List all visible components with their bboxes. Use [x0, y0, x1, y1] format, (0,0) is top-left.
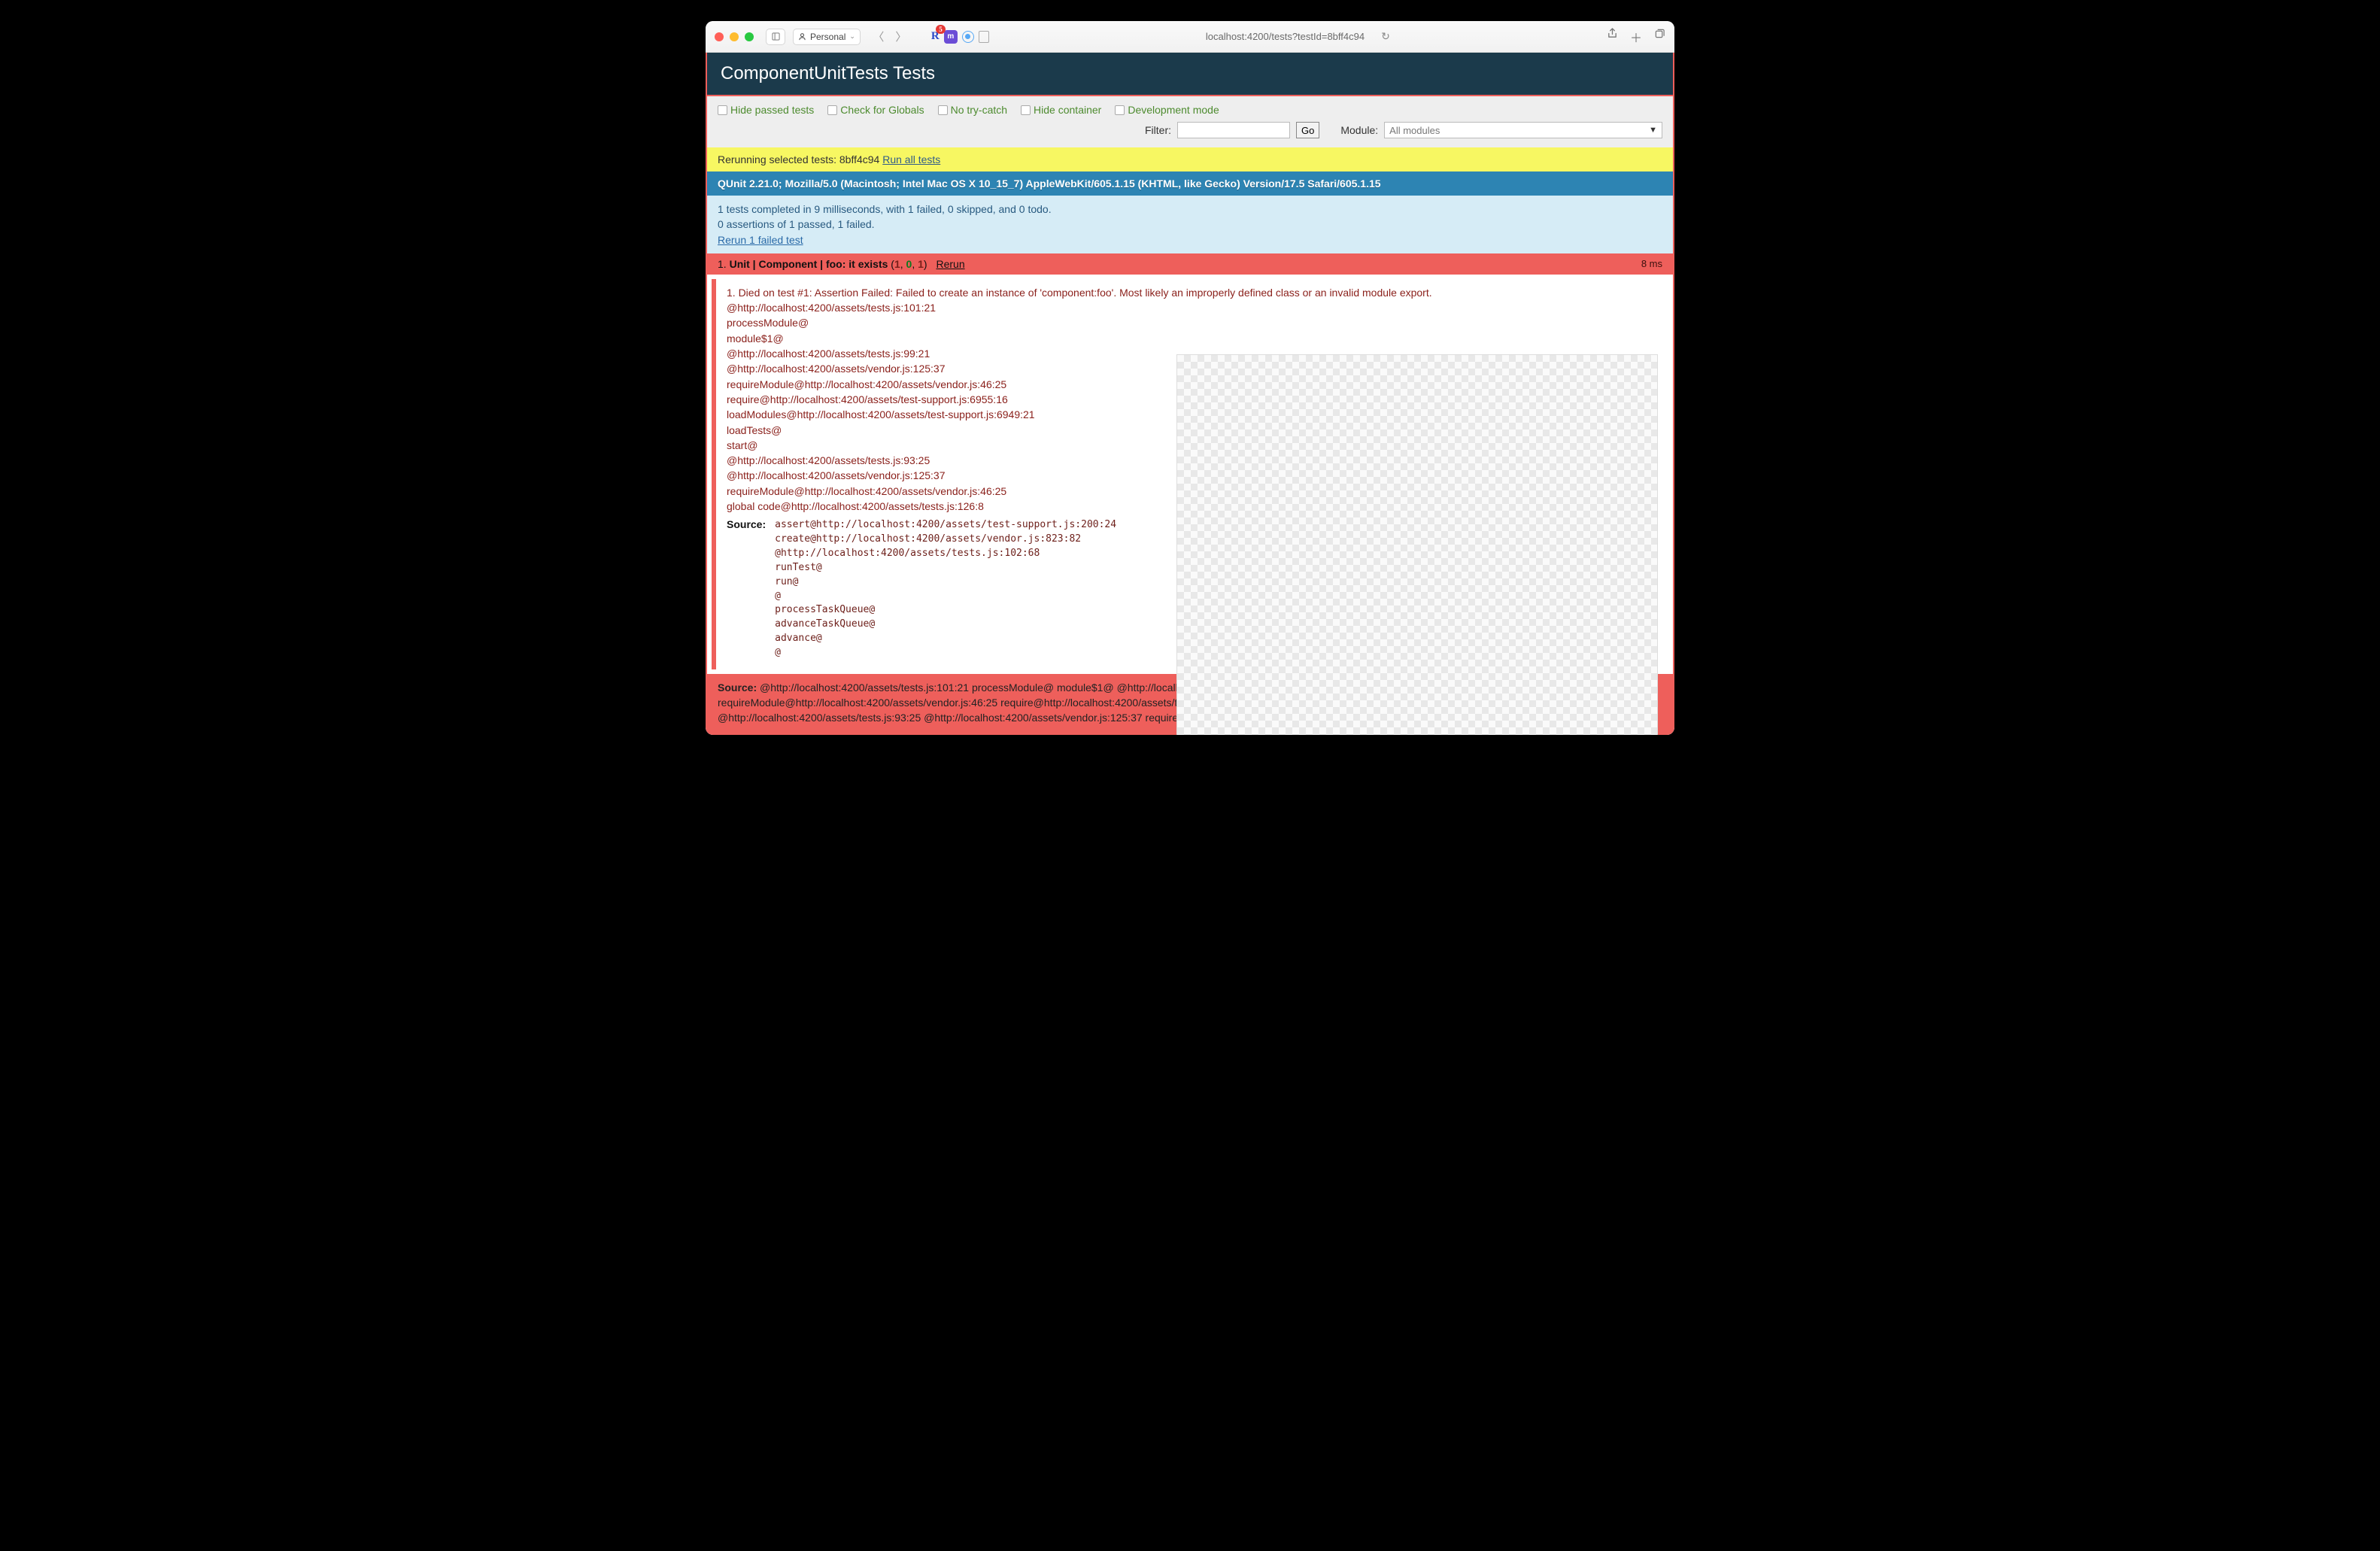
hide-passed-label: Hide passed tests — [730, 104, 814, 116]
nav-arrows: 〈 〉 — [870, 29, 910, 45]
check-globals-checkbox[interactable] — [827, 105, 837, 115]
dev-mode-option[interactable]: Development mode — [1115, 104, 1219, 116]
browser-chrome: Personal ⌄ 〈 〉 R5 m localhost:4200/tests… — [706, 21, 1674, 53]
module-select-value: All modules — [1389, 125, 1440, 136]
browser-window: Personal ⌄ 〈 〉 R5 m localhost:4200/tests… — [706, 21, 1674, 735]
extension-badge: 5 — [936, 25, 946, 34]
test-rerun-link[interactable]: Rerun — [936, 258, 964, 270]
user-agent-bar: QUnit 2.21.0; Mozilla/5.0 (Macintosh; In… — [707, 171, 1673, 196]
extension-r-icon[interactable]: R5 — [931, 30, 940, 43]
filter-label: Filter: — [1145, 124, 1171, 136]
footer-source-label: Source: — [718, 681, 757, 694]
source-code: assert@http://localhost:4200/assets/test… — [775, 518, 1116, 660]
hide-passed-option[interactable]: Hide passed tests — [718, 104, 814, 116]
minimize-window-button[interactable] — [730, 32, 739, 41]
profile-label: Personal — [810, 32, 845, 42]
hide-passed-checkbox[interactable] — [718, 105, 727, 115]
test-title: 1. Unit | Component | foo: it exists (1,… — [718, 258, 965, 270]
check-globals-option[interactable]: Check for Globals — [827, 104, 924, 116]
extension-icons: R5 m — [931, 30, 989, 44]
url-text: localhost:4200/tests?testId=8bff4c94 — [1206, 31, 1365, 42]
check-globals-label: Check for Globals — [840, 104, 924, 116]
reload-icon[interactable]: ↻ — [1381, 30, 1390, 43]
test-header[interactable]: 1. Unit | Component | foo: it exists (1,… — [707, 253, 1673, 275]
sidebar-toggle-button[interactable] — [766, 29, 785, 45]
profile-selector[interactable]: Personal ⌄ — [793, 29, 861, 45]
extension-m-icon[interactable]: m — [944, 30, 958, 44]
footer-source-text: @http://localhost:4200/assets/tests.js:1… — [718, 681, 1206, 724]
test-body: 1. Died on test #1: Assertion Failed: Fa… — [712, 279, 1668, 669]
summary-line-1: 1 tests completed in 9 milliseconds, wit… — [718, 202, 1662, 217]
rerun-failed-link[interactable]: Rerun 1 failed test — [718, 234, 803, 246]
close-window-button[interactable] — [715, 32, 724, 41]
dev-mode-checkbox[interactable] — [1115, 105, 1125, 115]
no-trycatch-label: No try-catch — [951, 104, 1007, 116]
hide-container-option[interactable]: Hide container — [1021, 104, 1101, 116]
page-title: ComponentUnitTests Tests — [721, 63, 935, 83]
test-index: 1. — [718, 258, 727, 270]
qunit-page: ComponentUnitTests Tests Hide passed tes… — [706, 53, 1674, 735]
share-icon[interactable] — [1607, 28, 1618, 46]
hide-container-checkbox[interactable] — [1021, 105, 1031, 115]
total-count: 1 — [918, 258, 924, 270]
hide-container-label: Hide container — [1034, 104, 1101, 116]
person-icon — [798, 32, 806, 41]
address-bar[interactable]: localhost:4200/tests?testId=8bff4c94 ↻ — [1012, 30, 1584, 43]
go-button[interactable]: Go — [1296, 122, 1319, 138]
fail-count: 1 — [894, 258, 900, 270]
qunit-header: ComponentUnitTests Tests — [707, 53, 1673, 96]
filter-input[interactable] — [1177, 122, 1290, 138]
module-label: Module: — [1340, 124, 1378, 136]
toolbar-right: ＋ — [1607, 28, 1665, 46]
run-all-link[interactable]: Run all tests — [882, 153, 940, 165]
dev-mode-label: Development mode — [1128, 104, 1219, 116]
back-button[interactable]: 〈 — [870, 29, 888, 45]
module-select[interactable]: All modules ▼ — [1384, 122, 1662, 138]
test-name: Unit | Component | foo: it exists — [730, 258, 888, 270]
maximize-window-button[interactable] — [745, 32, 754, 41]
summary-line-2: 0 assertions of 1 passed, 1 failed. — [718, 217, 1662, 232]
test-container-preview — [1176, 354, 1658, 735]
rerun-banner: Rerunning selected tests: 8bff4c94 Run a… — [707, 147, 1673, 171]
test-counts: (1, 0, 1) — [891, 258, 930, 270]
forward-button[interactable]: 〉 — [892, 29, 910, 45]
no-trycatch-checkbox[interactable] — [938, 105, 948, 115]
new-tab-icon[interactable]: ＋ — [1630, 28, 1642, 46]
extension-dot-icon[interactable] — [962, 31, 974, 43]
dropdown-triangle-icon: ▼ — [1649, 126, 1657, 135]
source-label: Source: — [727, 518, 766, 660]
qunit-toolbar: Hide passed tests Check for Globals No t… — [707, 96, 1673, 147]
test-runtime: 8 ms — [1641, 258, 1662, 269]
test-summary: 1 tests completed in 9 milliseconds, wit… — [707, 196, 1673, 253]
no-trycatch-option[interactable]: No try-catch — [938, 104, 1007, 116]
tabs-overview-icon[interactable] — [1654, 28, 1665, 46]
window-controls — [715, 32, 754, 41]
extension-page-icon[interactable] — [979, 31, 989, 43]
chevron-down-icon: ⌄ — [849, 32, 855, 41]
rerun-text: Rerunning selected tests: 8bff4c94 — [718, 153, 882, 165]
